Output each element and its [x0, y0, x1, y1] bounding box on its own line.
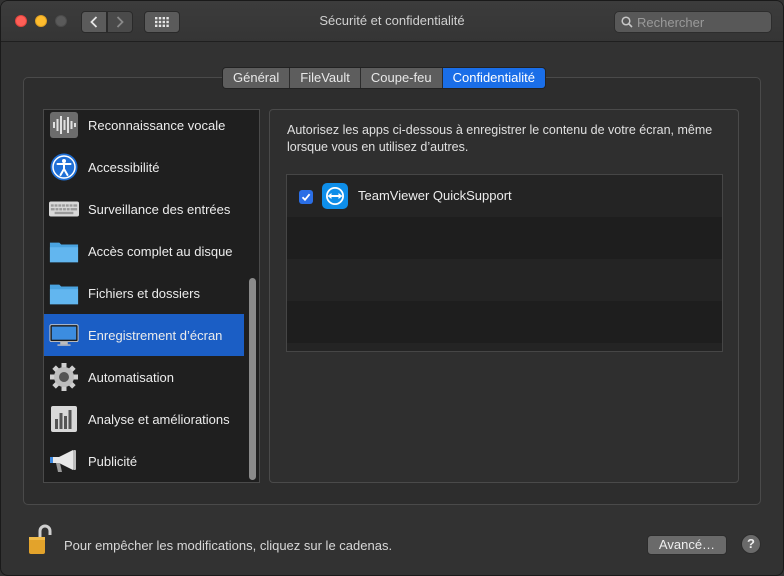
tab-general[interactable]: Général	[223, 68, 291, 88]
search-field[interactable]	[614, 11, 772, 33]
sidebar-item-screen-recording[interactable]: Enregistrement d’écran	[44, 314, 244, 356]
unlocked-padlock-icon	[29, 524, 52, 554]
app-list[interactable]: TeamViewer QuickSupport	[286, 174, 723, 352]
folder-icon	[49, 278, 79, 308]
sidebar-item-label: Automatisation	[88, 369, 174, 385]
lock-message: Pour empêcher les modifications, cliquez…	[64, 538, 393, 553]
table-row	[287, 301, 722, 343]
sidebar-item-label: Accès complet au disque	[88, 243, 233, 259]
sidebar-item-label: Reconnaissance vocale	[88, 117, 226, 133]
tab-firewall[interactable]: Coupe-feu	[360, 68, 443, 88]
gear-icon	[49, 362, 79, 392]
sidebar-item-label: Fichiers et dossiers	[88, 285, 200, 301]
table-row	[287, 217, 722, 259]
app-name: TeamViewer QuickSupport	[358, 188, 512, 203]
sidebar-item-label: Analyse et améliorations	[88, 411, 230, 427]
sidebar-item-input-monitoring[interactable]: Surveillance des entrées	[44, 188, 244, 230]
lock-button[interactable]	[28, 524, 52, 556]
sidebar-item-label: Surveillance des entrées	[88, 201, 231, 217]
privacy-category-list[interactable]: Reconnaissance vocale Accessibilité Surv…	[43, 109, 260, 483]
sidebar-item-advertising[interactable]: Publicité	[44, 440, 244, 482]
preferences-window: Sécurité et confidentialité Général File…	[0, 0, 784, 576]
sidebar-item-label: Accessibilité	[88, 159, 160, 175]
sidebar-item-analytics[interactable]: Analyse et améliorations	[44, 398, 244, 440]
keyboard-icon	[49, 194, 79, 224]
help-button[interactable]: ?	[741, 534, 761, 554]
advanced-button[interactable]: Avancé…	[647, 535, 727, 555]
teamviewer-icon	[322, 183, 348, 209]
table-row	[287, 259, 722, 301]
display-icon	[49, 320, 79, 350]
app-checkbox[interactable]	[299, 190, 313, 204]
bar-chart-icon	[49, 404, 79, 434]
folder-icon	[49, 236, 79, 266]
sidebar-item-speech-recognition[interactable]: Reconnaissance vocale	[44, 110, 244, 146]
accessibility-icon	[49, 152, 79, 182]
tab-privacy[interactable]: Confidentialité	[442, 68, 545, 88]
table-row	[287, 343, 722, 351]
megaphone-icon	[49, 446, 79, 476]
tab-filevault[interactable]: FileVault	[290, 68, 361, 88]
sidebar-item-label: Publicité	[88, 453, 138, 469]
permission-description: Autorisez les apps ci-dessous à enregist…	[287, 123, 713, 154]
sidebar-item-label: Enregistrement d’écran	[88, 327, 223, 343]
title-bar: Sécurité et confidentialité	[1, 1, 783, 42]
search-input[interactable]	[633, 14, 767, 30]
sidebar-item-automation[interactable]: Automatisation	[44, 356, 244, 398]
sidebar-item-files-and-folders[interactable]: Fichiers et dossiers	[44, 272, 244, 314]
waveform-icon	[49, 110, 79, 140]
sidebar-scrollbar[interactable]	[249, 278, 256, 480]
checkmark-icon	[301, 193, 311, 202]
sidebar-item-full-disk-access[interactable]: Accès complet au disque	[44, 230, 244, 272]
tab-bar: Général FileVault Coupe-feu Confidential…	[222, 67, 546, 89]
search-icon	[621, 16, 633, 28]
sidebar-item-accessibility[interactable]: Accessibilité	[44, 146, 244, 188]
list-item[interactable]: TeamViewer QuickSupport	[287, 175, 722, 217]
